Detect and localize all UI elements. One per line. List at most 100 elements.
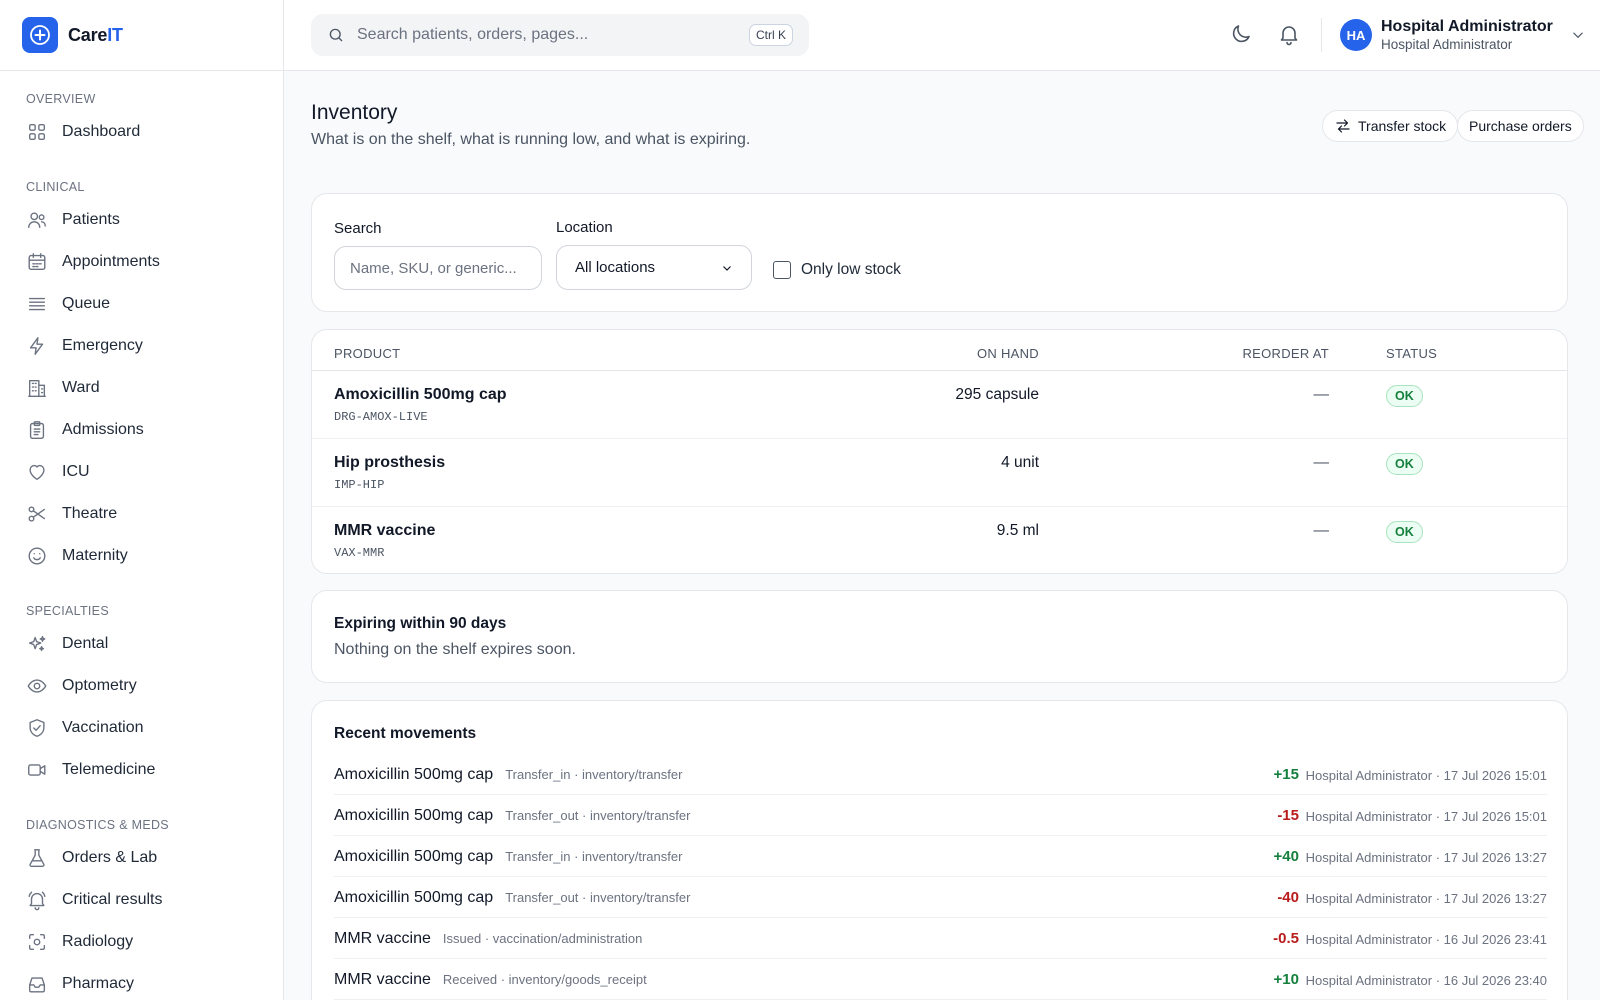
sidebar-item-appointments[interactable]: Appointments [0, 241, 283, 283]
sidebar-item-label: Patients [62, 211, 120, 228]
list-item: MMR vaccine Issued · vaccination/administ… [334, 918, 1547, 959]
product-sku: IMP-HIP [334, 478, 385, 492]
topbar-divider [1321, 18, 1322, 52]
inbox-icon [28, 977, 46, 993]
movement-product: MMR vaccine [334, 930, 431, 947]
chevron-down-icon [1572, 32, 1583, 39]
on-hand-value: 9.5 ml [996, 522, 1039, 539]
sidebar-item-radiology[interactable]: Radiology [0, 921, 283, 963]
sidebar-item-ward[interactable]: Ward [0, 367, 283, 409]
status-badge: OK [1386, 385, 1423, 407]
transfer-stock-button[interactable]: Transfer stock [1322, 110, 1459, 142]
flask-icon [29, 849, 45, 867]
smile-icon [28, 547, 46, 565]
sidebar-item-queue[interactable]: Queue [0, 283, 283, 325]
movement-meta: Issued · vaccination/administration [442, 931, 643, 946]
search-shortcut-badge: Ctrl K [749, 24, 793, 46]
bell-alert-icon [28, 891, 46, 911]
shield-check-icon [29, 719, 45, 737]
search-label: Search [334, 220, 382, 237]
sidebar-item-label: Orders & Lab [62, 849, 158, 866]
column-header-reorder-at: REORDER AT [1242, 346, 1329, 361]
user-menu[interactable]: HA Hospital Administrator Hospital Admin… [1340, 18, 1587, 52]
on-hand-value: 4 unit [1001, 454, 1039, 471]
sidebar-item-vaccination[interactable]: Vaccination [0, 707, 283, 749]
only-low-stock-label: Only low stock [801, 261, 901, 278]
purchase-orders-button[interactable]: Purchase orders [1457, 110, 1584, 142]
topbar: Ctrl K HA Hospital Administrator Hospita… [284, 0, 1600, 71]
inventory-search-input[interactable] [334, 246, 542, 290]
expiring-card: Expiring within 90 days Nothing on the s… [311, 590, 1568, 683]
sidebar-item-label: Critical results [62, 891, 163, 908]
product-name[interactable]: Amoxicillin 500mg cap [334, 386, 507, 404]
table-row[interactable]: MMR vaccine VAX-MMR 9.5 ml — OK [312, 506, 1567, 573]
movement-meta: Transfer_in · inventory/transfer [505, 849, 683, 864]
sidebar-item-emergency[interactable]: Emergency [0, 325, 283, 367]
page-title: Inventory [311, 101, 398, 124]
movement-product: Amoxicillin 500mg cap [334, 848, 494, 865]
sidebar-item-critical-results[interactable]: Critical results [0, 879, 283, 921]
only-low-stock-checkbox[interactable] [773, 261, 791, 279]
purchase-orders-label: Purchase orders [1469, 118, 1572, 134]
sidebar-item-orders-lab[interactable]: Orders & Lab [0, 837, 283, 879]
location-label: Location [556, 219, 613, 236]
sidebar-item-admissions[interactable]: Admissions [0, 409, 283, 451]
user-name: Hospital Administrator [1381, 18, 1553, 35]
column-header-product: PRODUCT [334, 346, 401, 361]
list-item: Amoxicillin 500mg cap Transfer_in · inven… [334, 836, 1547, 877]
product-name[interactable]: Hip prosthesis [334, 454, 445, 472]
sidebar-item-telemedicine[interactable]: Telemedicine [0, 749, 283, 791]
table-row[interactable]: Hip prosthesis IMP-HIP 4 unit — OK [312, 438, 1567, 506]
table-row[interactable]: Amoxicillin 500mg cap DRG-AMOX-LIVE 295 … [312, 371, 1567, 439]
nav-section-title: SPECIALTIES [26, 604, 109, 618]
user-role: Hospital Administrator [1381, 36, 1513, 52]
stock-table: PRODUCT ON HAND REORDER AT STATUS Amoxic… [311, 329, 1568, 574]
sidebar-item-icu[interactable]: ICU [0, 451, 283, 493]
global-search-input[interactable] [357, 26, 749, 44]
movement-user-time: Hospital Administrator · 17 Jul 2026 13:… [1305, 850, 1547, 865]
eye-icon [27, 679, 47, 693]
status-badge: OK [1386, 453, 1423, 475]
sidebar-item-dashboard[interactable]: Dashboard [0, 111, 283, 153]
heart-icon [29, 464, 45, 481]
theme-toggle-moon-icon[interactable] [1229, 22, 1253, 46]
column-header-status: STATUS [1386, 346, 1438, 361]
sidebar-item-optometry[interactable]: Optometry [0, 665, 283, 707]
sidebar-item-dental[interactable]: Dental [0, 623, 283, 665]
transfer-stock-label: Transfer stock [1358, 118, 1447, 134]
sidebar-item-label: Theatre [62, 505, 118, 522]
sidebar-item-label: Appointments [62, 253, 160, 270]
nav-section-title: OVERVIEW [26, 92, 96, 106]
sidebar-item-label: Optometry [62, 677, 137, 694]
only-low-stock-toggle[interactable]: Only low stock [773, 261, 901, 279]
movement-user-time: Hospital Administrator · 16 Jul 2026 23:… [1305, 932, 1547, 947]
sidebar-item-label: Queue [62, 295, 111, 312]
movement-user-time: Hospital Administrator · 17 Jul 2026 13:… [1305, 891, 1547, 906]
brand-logo-icon [22, 17, 58, 53]
page-subtitle: What is on the shelf, what is running lo… [311, 131, 751, 148]
sidebar-item-label: ICU [62, 463, 90, 480]
recent-movements-card: Recent movements Amoxicillin 500mg cap Tr… [311, 700, 1568, 1000]
brand[interactable]: CareIT [0, 0, 283, 71]
location-select-value: All locations [575, 259, 656, 276]
sidebar-item-label: Dashboard [62, 123, 141, 140]
movement-qty: +10 [1273, 971, 1299, 988]
nav-section-title: CLINICAL [26, 180, 85, 194]
expiring-title: Expiring within 90 days [334, 615, 507, 632]
notifications-bell-icon[interactable] [1277, 22, 1301, 46]
sidebar-item-label: Vaccination [62, 719, 144, 736]
sidebar-item-pharmacy[interactable]: Pharmacy [0, 963, 283, 1000]
movement-qty: -40 [1277, 889, 1299, 906]
location-select[interactable]: All locations [556, 245, 752, 290]
sidebar-item-theatre[interactable]: Theatre [0, 493, 283, 535]
list-item: Amoxicillin 500mg cap Transfer_out · inve… [334, 877, 1547, 918]
sidebar-item-maternity[interactable]: Maternity [0, 535, 283, 577]
product-name[interactable]: MMR vaccine [334, 522, 435, 540]
sidebar-item-patients[interactable]: Patients [0, 199, 283, 241]
movement-meta: Transfer_out · inventory/transfer [505, 808, 691, 823]
sparkles-icon [28, 635, 46, 652]
movement-meta: Transfer_out · inventory/transfer [505, 890, 691, 905]
avatar: HA [1340, 19, 1372, 52]
brand-name-accent: IT [107, 24, 123, 45]
global-search[interactable]: Ctrl K [311, 14, 809, 56]
